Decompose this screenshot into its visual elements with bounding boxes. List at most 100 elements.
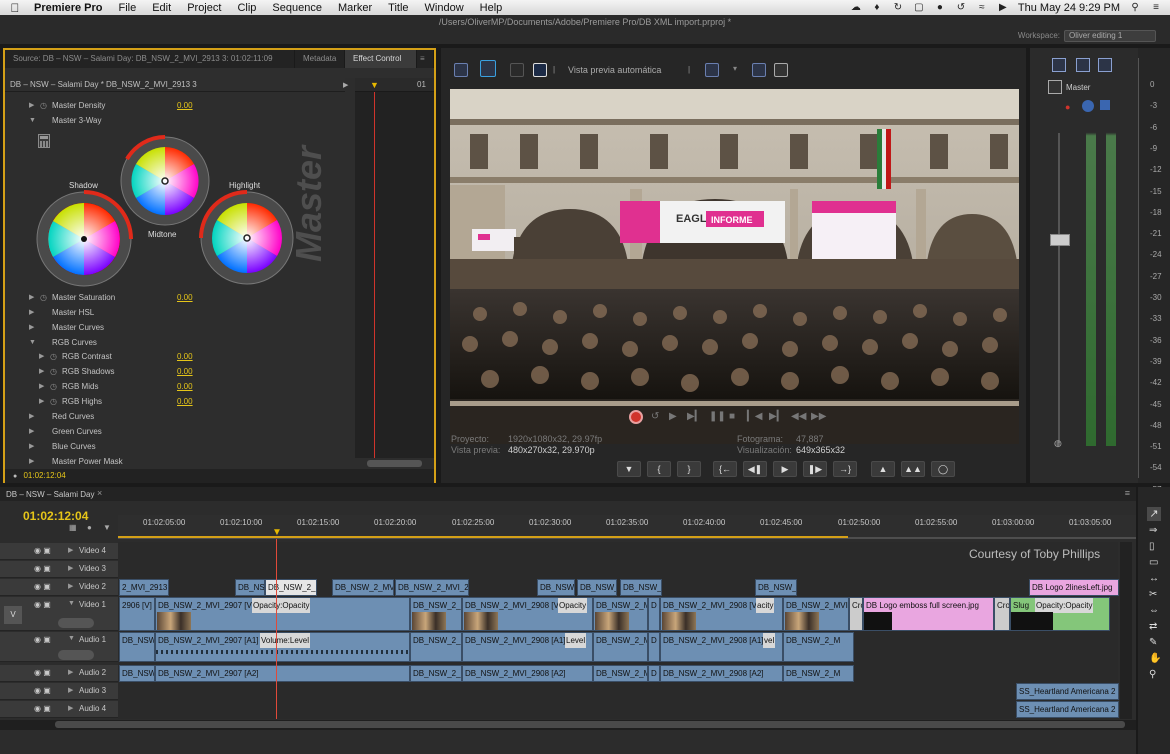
- list-icon[interactable]: ≡: [1150, 2, 1162, 13]
- row-rgb-curves[interactable]: ▼ RGB Curves: [5, 335, 350, 350]
- menu-marker[interactable]: Marker: [330, 2, 380, 14]
- export-frame-button[interactable]: ◯: [931, 461, 955, 477]
- zoom-tool-icon[interactable]: ⚲: [1149, 669, 1156, 680]
- clip-v1[interactable]: 2906 [V]: [119, 597, 155, 631]
- row-green-curves[interactable]: ▶ Green Curves: [5, 424, 350, 439]
- dropdown-icon[interactable]: ▾: [733, 64, 737, 73]
- row-value[interactable]: 0.00: [177, 349, 193, 364]
- clip-fx-dropdown[interactable]: Opacity:Opacity: [252, 598, 311, 613]
- keyframe-nav[interactable]: [58, 650, 94, 660]
- expand-icon[interactable]: ▶: [68, 686, 73, 694]
- expand-icon[interactable]: ▶: [68, 564, 73, 572]
- menu-project[interactable]: Project: [179, 2, 229, 14]
- row-master-density[interactable]: ▶ ◷ Master Density 0.00: [5, 98, 350, 113]
- lock-icon[interactable]: ●: [934, 2, 946, 13]
- clip-a2[interactable]: DB_NSW: [119, 665, 155, 682]
- mini-scroll-thumb[interactable]: [367, 460, 422, 467]
- row-master-hsl[interactable]: ▶ Master HSL: [5, 305, 350, 320]
- clip-v2[interactable]: DB_NSW_2_MVI_29: [395, 579, 469, 596]
- row-value[interactable]: 0.00: [177, 379, 193, 394]
- search-icon[interactable]: ⚲: [1129, 2, 1141, 13]
- clip-a1[interactable]: DB_NSW_2_MVI_2908 [A1] vel: [660, 632, 783, 662]
- highlight-wheel[interactable]: [199, 190, 295, 286]
- row-value[interactable]: 0.00: [177, 98, 193, 113]
- split-view-icon[interactable]: [752, 63, 766, 77]
- track-header-audio3[interactable]: ◉ ▣ ▶ Audio 3: [0, 683, 118, 700]
- eye-icon[interactable]: ◉ ▣: [34, 582, 51, 591]
- grid-icon[interactable]: [705, 63, 719, 77]
- row-master-saturation[interactable]: ▶ ◷ Master Saturation 0.00: [5, 290, 350, 305]
- expand-icon[interactable]: ▶: [68, 668, 73, 676]
- go-to-out-button[interactable]: →}: [833, 461, 857, 477]
- record-arm-icon[interactable]: ●: [1065, 102, 1070, 112]
- mark-out-button[interactable]: }: [677, 461, 701, 477]
- calculator-icon[interactable]: [38, 134, 50, 148]
- clip-fx-dropdown[interactable]: Opacity: [558, 598, 588, 613]
- close-tab-icon[interactable]: ×: [97, 488, 102, 498]
- shuttle-forward-icon[interactable]: ▶▶: [811, 411, 826, 422]
- expand-icon[interactable]: ▶: [29, 409, 34, 424]
- go-start-icon[interactable]: ▎◀: [747, 411, 762, 422]
- clip-v1[interactable]: DB_NSW_2_MVI_2908 [V] acity: [660, 597, 783, 631]
- clock[interactable]: Thu May 24 9:29 PM: [1018, 2, 1120, 14]
- clip-a2[interactable]: DB_NSW_2_MVI_2908 [A2]: [660, 665, 783, 682]
- clip-a2[interactable]: D: [648, 665, 660, 682]
- clip-v2-selected[interactable]: DB_NSW_2_M: [265, 579, 317, 596]
- collapse-icon[interactable]: ▼: [29, 335, 36, 350]
- wifi-icon[interactable]: ≈: [976, 2, 988, 13]
- clip-fx-dropdown[interactable]: Volume:Level: [260, 633, 311, 648]
- clip-v2[interactable]: 2_MVI_2913: [119, 579, 169, 596]
- row-rgb-highs[interactable]: ▶ ◷ RGB Highs 0.00: [5, 394, 350, 409]
- expand-icon[interactable]: ▶: [39, 379, 44, 394]
- row-red-curves[interactable]: ▶ Red Curves: [5, 409, 350, 424]
- source-patch-v[interactable]: V: [4, 606, 22, 624]
- go-to-in-button[interactable]: {←: [713, 461, 737, 477]
- mute-icon[interactable]: [1082, 100, 1094, 112]
- add-marker-button[interactable]: ▼: [617, 461, 641, 477]
- clip-a1[interactable]: D: [648, 632, 660, 662]
- tab-effect-controls[interactable]: Effect Control: [345, 50, 417, 68]
- track-header-video3[interactable]: ◉ ▣ ▶ Video 3: [0, 561, 118, 578]
- expand-icon[interactable]: ▶: [29, 424, 34, 439]
- timeline-playhead-marker-icon[interactable]: ▼: [272, 527, 282, 538]
- row-master-power-mask[interactable]: ▶ Master Power Mask: [5, 454, 350, 469]
- speaker-icon[interactable]: ◉ ▣: [34, 704, 51, 713]
- pen-tool-icon[interactable]: ✎: [1149, 637, 1157, 648]
- cloud-icon[interactable]: ☁: [850, 2, 862, 13]
- clip-a2[interactable]: DB_NSW_2_M: [593, 665, 648, 682]
- keyframe-nav[interactable]: [58, 618, 94, 628]
- rate-stretch-tool-icon[interactable]: ↔: [1149, 573, 1159, 584]
- expand-icon[interactable]: ▶: [68, 546, 73, 554]
- sync-icon[interactable]: ↺: [955, 2, 967, 13]
- expand-icon[interactable]: ▶: [39, 394, 44, 409]
- track-header-audio2[interactable]: ◉ ▣ ▶ Audio 2: [0, 665, 118, 682]
- play-next-icon[interactable]: ▶▎: [687, 411, 702, 422]
- track-header-video2[interactable]: ◉ ▣ ▶ Video 2: [0, 579, 118, 596]
- clip-fx-dropdown[interactable]: Opacity:Opacity: [1035, 598, 1094, 613]
- expand-icon[interactable]: ▶: [29, 439, 34, 454]
- clip-fx-dropdown[interactable]: acity: [756, 598, 775, 613]
- clip-v1[interactable]: DB_NSW_2_M: [593, 597, 648, 631]
- row-rgb-contrast[interactable]: ▶ ◷ RGB Contrast 0.00: [5, 349, 350, 364]
- clip-v2[interactable]: DB_NSW_2_MVI_2: [332, 579, 394, 596]
- menu-edit[interactable]: Edit: [144, 2, 179, 14]
- row-value[interactable]: 0.00: [177, 364, 193, 379]
- timeline-hscroll[interactable]: [0, 720, 1136, 730]
- preview-mode-select[interactable]: Vista previa automática: [568, 65, 661, 75]
- clip-a2[interactable]: DB_NSW_2_M: [410, 665, 462, 682]
- slide-tool-icon[interactable]: ⇄: [1149, 621, 1157, 632]
- clip-v2[interactable]: DB_NSW: [235, 579, 265, 596]
- clip-v2[interactable]: DB_NSW_2: [537, 579, 575, 596]
- menu-title[interactable]: Title: [380, 2, 416, 14]
- clip-a1[interactable]: DB_NSW_2_MVI_2907 [A1] Volume:Level: [155, 632, 410, 662]
- export-frame-icon[interactable]: [774, 63, 788, 77]
- link-icon[interactable]: ●: [87, 523, 92, 532]
- play-icon[interactable]: ▶: [669, 411, 677, 422]
- clip-slug[interactable]: Slug Opacity:Opacity: [1010, 597, 1110, 631]
- stopwatch-icon[interactable]: ◷: [50, 394, 57, 409]
- mark-in-button[interactable]: {: [647, 461, 671, 477]
- collapse-icon[interactable]: ▼: [68, 600, 75, 607]
- clip-fx-dropdown[interactable]: Level: [565, 633, 587, 648]
- stopwatch-icon[interactable]: ◷: [50, 349, 57, 364]
- eye-icon[interactable]: ◉ ▣: [34, 600, 51, 609]
